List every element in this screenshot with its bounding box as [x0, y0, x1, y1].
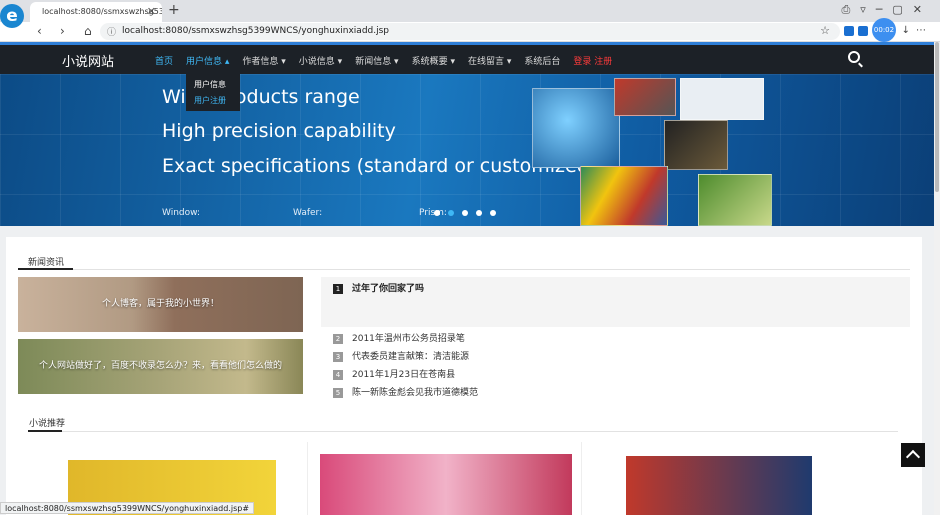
news-item-number: 3: [333, 351, 343, 362]
browser-status-bar: localhost:8080/ssmxswzhsg5399WNCS/yonghu…: [0, 502, 255, 514]
slider-dot[interactable]: [448, 210, 454, 216]
menu-novel-info[interactable]: 小说信息 ▾: [299, 54, 342, 67]
toolbar-icons[interactable]: ↓⋯: [902, 25, 932, 36]
back-icon[interactable]: ‹: [37, 24, 42, 38]
novel-card[interactable]: [310, 442, 582, 515]
banner-grid: [0, 74, 934, 226]
back-to-top-button[interactable]: [901, 443, 925, 467]
components-image: [680, 78, 764, 120]
url-field[interactable]: ⓘ localhost:8080/ssmxswzhsg5399WNCS/yong…: [100, 23, 840, 40]
site-info-icon[interactable]: ⓘ: [107, 25, 116, 38]
menu-author-info[interactable]: 作者信息 ▾: [242, 54, 285, 67]
slider-dot[interactable]: [462, 210, 468, 216]
menu-message-board[interactable]: 在线留言 ▾: [468, 54, 511, 67]
news-item-featured[interactable]: 1 过年了你回家了吗: [321, 277, 910, 327]
menu-login-register[interactable]: 登录 注册: [573, 54, 612, 67]
tab-title: localhost:8080/ssmxswzhsg5399: [42, 7, 162, 16]
banner-line-2: High precision capability: [162, 120, 396, 142]
novels-divider: [28, 431, 898, 432]
news-item-number: 4: [333, 369, 343, 380]
news-item-title: 过年了你回家了吗: [352, 284, 425, 294]
novel-cover-image[interactable]: [320, 454, 572, 515]
novel-card[interactable]: [584, 442, 898, 515]
home-icon[interactable]: ⌂: [84, 24, 92, 38]
novel-cover-image[interactable]: [626, 456, 812, 515]
news-item[interactable]: 4 2011年1月23日在苍南县: [333, 367, 455, 380]
menu-news-info[interactable]: 新闻信息 ▾: [355, 54, 398, 67]
glass-box-image: [698, 174, 772, 226]
news-item-title: 陈一新陈金彪会见我市道德模范: [352, 388, 479, 398]
news-item[interactable]: 5 陈一新陈金彪会见我市道德模范: [333, 385, 478, 398]
slider-dot[interactable]: [490, 210, 496, 216]
menu-admin[interactable]: 系统后台: [524, 54, 560, 67]
news-item-title: 2011年温州市公务员招录笔: [352, 334, 465, 344]
news-image-2[interactable]: 个人网站做好了，百度不收录怎么办？来，看看他们怎么做的: [18, 339, 303, 394]
news-item-number: 1: [333, 283, 343, 294]
search-icon[interactable]: [848, 51, 860, 63]
news-item-number: 2: [333, 333, 343, 344]
news-title-underline: [18, 268, 73, 270]
menu-system-overview[interactable]: 系统概要 ▾: [412, 54, 455, 67]
close-tab-icon[interactable]: ✕: [147, 5, 156, 18]
slider-dot[interactable]: [434, 210, 440, 216]
scrollbar-thumb[interactable]: [935, 42, 939, 192]
browser-logo-icon: e: [0, 4, 24, 28]
banner-caption-window: Window:: [162, 208, 201, 218]
timer-badge: 00:02: [872, 18, 896, 42]
new-tab-button[interactable]: +: [168, 2, 180, 18]
news-item-title: 2011年1月23日在苍南县: [352, 370, 456, 380]
filter-image: [614, 78, 676, 116]
browser-tab[interactable]: localhost:8080/ssmxswzhsg5399 ✕: [30, 2, 162, 22]
browser-tab-bar: localhost:8080/ssmxswzhsg5399 ✕ + ⎙▿─▢✕: [0, 0, 940, 22]
optics-collage-image: [532, 78, 772, 226]
address-bar: ‹ › ⌂ ⓘ localhost:8080/ssmxswzhsg5399WNC…: [0, 22, 940, 42]
hero-banner: Wide products range High precision capab…: [0, 74, 934, 226]
lens-image: [532, 88, 620, 168]
site-navbar: 小说网站 首页 用户信息 ▴ 作者信息 ▾ 小说信息 ▾ 新闻信息 ▾ 系统概要…: [0, 42, 940, 74]
news-item[interactable]: 3 代表委员建言献策：清洁能源: [333, 349, 469, 362]
main-menu: 首页 用户信息 ▴ 作者信息 ▾ 小说信息 ▾ 新闻信息 ▾ 系统概要 ▾ 在线…: [155, 54, 625, 67]
user-info-dropdown: 用户信息 用户注册: [186, 73, 240, 111]
slider-dots: [434, 210, 496, 216]
menu-home[interactable]: 首页: [155, 54, 173, 67]
slider-dot[interactable]: [476, 210, 482, 216]
novels-section-title: 小说推荐: [29, 419, 66, 429]
forward-icon[interactable]: ›: [60, 24, 65, 38]
dropdown-user-info[interactable]: 用户信息: [194, 77, 232, 93]
news-image-caption: 个人网站做好了，百度不收录怎么办？来，看看他们怎么做的: [38, 361, 282, 371]
window-controls[interactable]: ⎙▿─▢✕: [841, 3, 932, 17]
news-list: 1 过年了你回家了吗 2 2011年温州市公务员招录笔 3 代表委员建言献策：清洁能源…: [321, 277, 910, 398]
extension-icon[interactable]: [858, 26, 868, 36]
news-item-number: 5: [333, 387, 343, 398]
news-image-caption: 个人博客，属于我的小世界！: [101, 299, 219, 309]
dropdown-user-register[interactable]: 用户注册: [194, 93, 232, 109]
menu-user-info[interactable]: 用户信息 ▴: [186, 54, 229, 67]
prism-image: [664, 120, 728, 170]
news-divider: [18, 269, 910, 270]
news-section-title: 新闻资讯: [28, 258, 65, 268]
novels-title-underline: [28, 430, 62, 432]
color-filters-image: [580, 166, 668, 226]
news-item-title: 代表委员建言献策：清洁能源: [352, 352, 470, 362]
extension-icon[interactable]: [844, 26, 854, 36]
site-brand[interactable]: 小说网站: [62, 51, 114, 70]
news-item[interactable]: 2 2011年温州市公务员招录笔: [333, 331, 465, 344]
url-text: localhost:8080/ssmxswzhsg5399WNCS/yonghu…: [122, 26, 390, 36]
news-image-1[interactable]: 个人博客，属于我的小世界！: [18, 277, 303, 332]
page-scrollbar[interactable]: [934, 42, 940, 515]
bookmark-star-icon[interactable]: ☆: [820, 24, 830, 37]
banner-caption-wafer: Wafer:: [293, 208, 323, 218]
